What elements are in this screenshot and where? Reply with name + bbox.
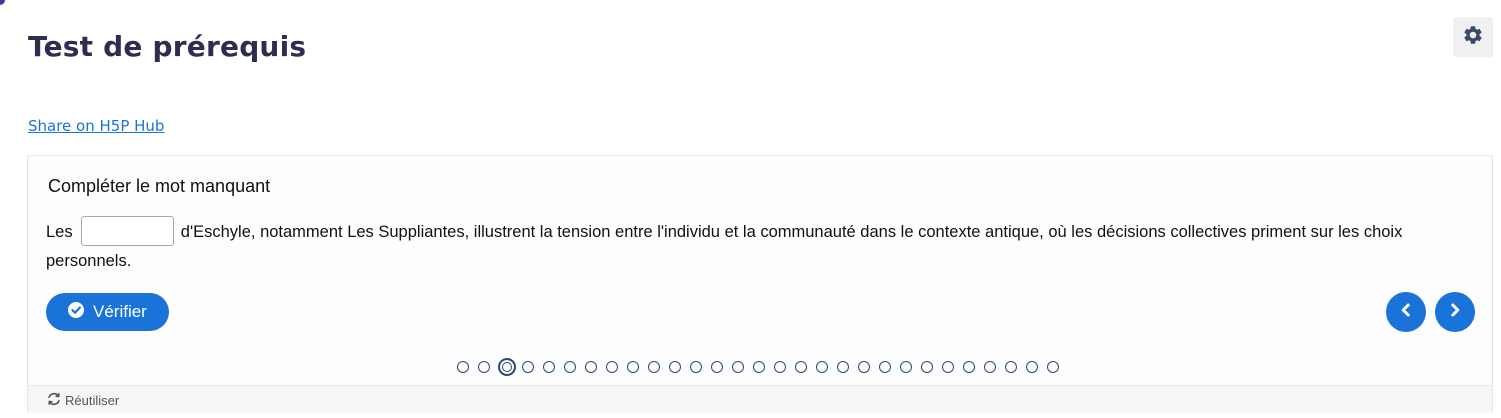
progress-dot[interactable] [585, 361, 597, 373]
page-title: Test de prérequis [28, 30, 307, 63]
progress-dot[interactable] [478, 361, 490, 373]
progress-dot[interactable] [984, 361, 996, 373]
page: Test de prérequis Share on H5P Hub Compl… [0, 0, 1501, 418]
progress-dot[interactable] [522, 361, 534, 373]
progress-dot[interactable] [1047, 361, 1059, 373]
progress-dot[interactable] [837, 361, 849, 373]
progress-dot[interactable] [627, 361, 639, 373]
progress-dot[interactable] [648, 361, 660, 373]
progress-dot[interactable] [963, 361, 975, 373]
settings-button[interactable] [1453, 17, 1493, 57]
question-title: Compléter le mot manquant [48, 176, 271, 196]
reuse-button[interactable]: Réutiliser [47, 392, 119, 409]
footer-bar: Réutiliser [28, 385, 1492, 413]
progress-dot[interactable] [753, 361, 765, 373]
question-text: Les d'Eschyle, notamment Les Suppliantes… [46, 216, 1476, 276]
progress-dot[interactable] [921, 361, 933, 373]
blank-answer-input[interactable] [81, 216, 175, 247]
progress-dot[interactable] [457, 361, 469, 373]
progress-dot[interactable] [1026, 361, 1038, 373]
check-circle-icon [68, 301, 84, 323]
gear-icon [1462, 24, 1484, 51]
progress-dot[interactable] [1005, 361, 1017, 373]
progress-dot[interactable] [774, 361, 786, 373]
progress-dot-current[interactable] [498, 358, 516, 376]
question-container: Compléter le mot manquant Les d'Eschyle,… [27, 155, 1493, 413]
corner-mark [0, 0, 5, 5]
progress-dot[interactable] [690, 361, 702, 373]
progress-dot[interactable] [732, 361, 744, 373]
refresh-icon [47, 392, 61, 409]
progress-dot[interactable] [879, 361, 891, 373]
check-button[interactable]: Vérifier [46, 293, 169, 331]
chevron-right-icon [1447, 302, 1463, 323]
progress-dot[interactable] [669, 361, 681, 373]
progress-dot[interactable] [543, 361, 555, 373]
progress-dot[interactable] [795, 361, 807, 373]
chevron-left-icon [1398, 302, 1414, 323]
progress-dot[interactable] [942, 361, 954, 373]
progress-dot[interactable] [858, 361, 870, 373]
check-button-label: Vérifier [93, 302, 147, 321]
share-on-h5p-hub-link[interactable]: Share on H5P Hub [28, 117, 164, 135]
progress-dot[interactable] [816, 361, 828, 373]
progress-dot[interactable] [711, 361, 723, 373]
previous-question-button[interactable] [1386, 292, 1426, 332]
reuse-label: Réutiliser [65, 393, 120, 408]
next-question-button[interactable] [1435, 292, 1475, 332]
question-text-after: d'Eschyle, notamment Les Suppliantes, il… [46, 223, 1403, 270]
progress-dot[interactable] [900, 361, 912, 373]
progress-dot[interactable] [564, 361, 576, 373]
progress-dots [457, 358, 1068, 376]
progress-dot[interactable] [606, 361, 618, 373]
question-text-before: Les [46, 223, 73, 241]
